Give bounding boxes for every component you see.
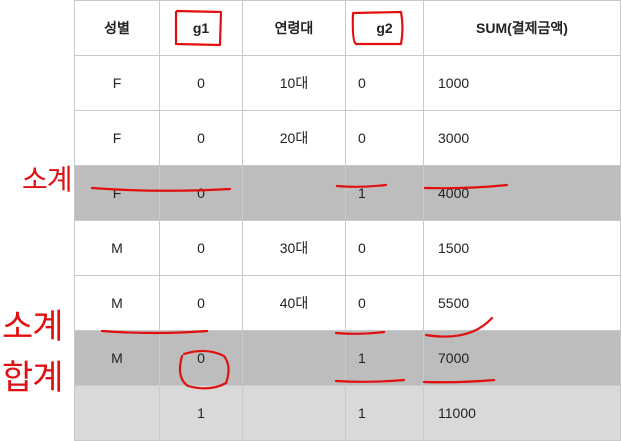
subtotal-row: M 0 1 7000 bbox=[74, 330, 621, 386]
annotation-grand-total: 합계 bbox=[2, 358, 64, 398]
table-row: F 0 20대 0 3000 bbox=[74, 110, 621, 166]
cell-gender: M bbox=[74, 275, 160, 331]
cell-g2: 1 bbox=[345, 385, 424, 441]
cell-g2: 0 bbox=[345, 110, 424, 166]
cell-age-group bbox=[242, 330, 346, 386]
cell-g2: 1 bbox=[345, 165, 424, 221]
annotation-subtotal-f: 소계 bbox=[22, 163, 73, 196]
cell-gender: F bbox=[74, 55, 160, 111]
cell-g1: 0 bbox=[159, 110, 243, 166]
cell-age-group: 10대 bbox=[242, 55, 346, 111]
grouping-sets-table: 성별 g1 연령대 g2 SUM(결제금액) F 0 10대 0 1000 F … bbox=[74, 0, 621, 441]
subtotal-row: F 0 1 4000 bbox=[74, 165, 621, 221]
cell-gender: M bbox=[74, 330, 160, 386]
cell-g2: 0 bbox=[345, 55, 424, 111]
cell-age-group: 20대 bbox=[242, 110, 346, 166]
cell-sum: 11000 bbox=[423, 385, 621, 441]
annotation-subtotal-m: 소계 bbox=[2, 307, 64, 347]
cell-sum: 1000 bbox=[423, 55, 621, 111]
cell-sum: 7000 bbox=[423, 330, 621, 386]
cell-g1: 0 bbox=[159, 275, 243, 331]
table-row: M 0 40대 0 5500 bbox=[74, 275, 621, 331]
cell-age-group: 40대 bbox=[242, 275, 346, 331]
cell-g1: 0 bbox=[159, 220, 243, 276]
cell-g2: 0 bbox=[345, 275, 424, 331]
table-row: F 0 10대 0 1000 bbox=[74, 55, 621, 111]
cell-gender: F bbox=[74, 110, 160, 166]
cell-sum: 5500 bbox=[423, 275, 621, 331]
grand-total-row: 1 1 11000 bbox=[74, 385, 621, 441]
cell-g2: 1 bbox=[345, 330, 424, 386]
cell-age-group bbox=[242, 165, 346, 221]
header-g2: g2 bbox=[345, 0, 424, 56]
cell-g1: 0 bbox=[159, 55, 243, 111]
cell-gender: F bbox=[74, 165, 160, 221]
cell-sum: 4000 bbox=[423, 165, 621, 221]
cell-sum: 1500 bbox=[423, 220, 621, 276]
cell-g1: 0 bbox=[159, 330, 243, 386]
cell-gender: M bbox=[74, 220, 160, 276]
annotated-grouping-table-image: 성별 g1 연령대 g2 SUM(결제금액) F 0 10대 0 1000 F … bbox=[0, 0, 622, 441]
table-header-row: 성별 g1 연령대 g2 SUM(결제금액) bbox=[74, 0, 621, 56]
cell-age-group bbox=[242, 385, 346, 441]
table-row: M 0 30대 0 1500 bbox=[74, 220, 621, 276]
header-age-group: 연령대 bbox=[242, 0, 346, 56]
cell-gender bbox=[74, 385, 160, 441]
cell-g1: 1 bbox=[159, 385, 243, 441]
cell-g2: 0 bbox=[345, 220, 424, 276]
cell-sum: 3000 bbox=[423, 110, 621, 166]
cell-g1: 0 bbox=[159, 165, 243, 221]
header-gender: 성별 bbox=[74, 0, 160, 56]
header-sum-payment: SUM(결제금액) bbox=[423, 0, 621, 56]
cell-age-group: 30대 bbox=[242, 220, 346, 276]
header-g1: g1 bbox=[159, 0, 243, 56]
